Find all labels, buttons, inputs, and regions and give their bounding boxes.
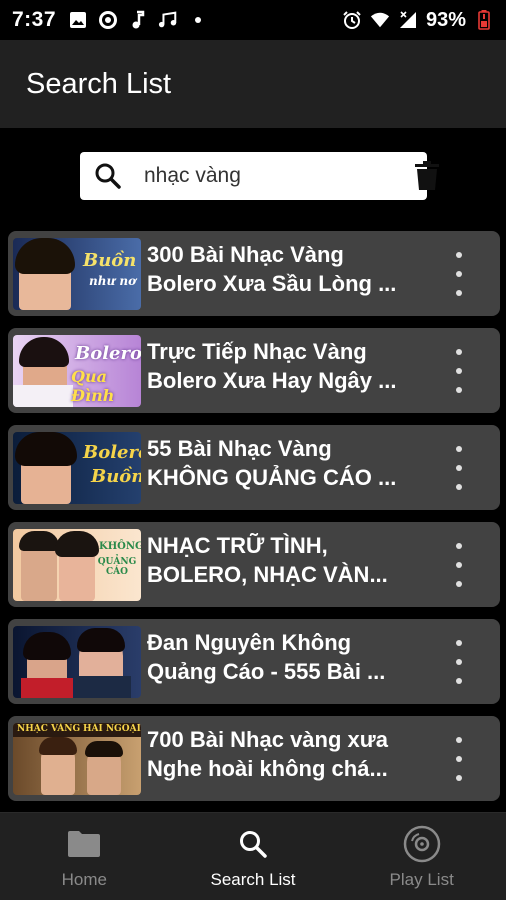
- more-options-icon[interactable]: [452, 445, 466, 490]
- item-title: 55 Bài Nhạc Vàng KHÔNG QUẢNG CÁO ...: [147, 434, 447, 492]
- trash-icon[interactable]: [415, 160, 439, 192]
- folder-icon: [64, 824, 104, 864]
- thumbnail: Bolero Buồn: [13, 431, 141, 504]
- thumbnail: Bolero Qua Đình: [13, 334, 141, 407]
- nav-label-search-list: Search List: [210, 869, 296, 889]
- dot-icon: [188, 10, 208, 30]
- image-icon: [68, 10, 88, 30]
- screen: 7:37 93% Search List nhạc vàng Buồn như …: [0, 0, 506, 900]
- status-bar: 7:37 93%: [0, 0, 506, 40]
- item-title-line2: Quảng Cáo - 555 Bài ...: [147, 658, 386, 684]
- item-title-line1: 700 Bài Nhạc vàng xưa: [147, 726, 388, 752]
- music-notes-icon: [158, 10, 178, 30]
- item-title-line2: Bolero Xưa Sầu Lòng ...: [147, 270, 397, 296]
- more-options-icon[interactable]: [452, 542, 466, 587]
- thumbnail: KHÔNG QUẢNG CÁO: [13, 528, 141, 601]
- item-title-line2: Bolero Xưa Hay Ngây ...: [147, 367, 397, 393]
- page-title: Search List: [26, 67, 172, 100]
- thumbnail: Buồn như nơ: [13, 237, 141, 310]
- search-icon: [233, 824, 273, 864]
- thumbnail-caption: như nơ: [89, 273, 137, 288]
- more-options-icon[interactable]: [452, 736, 466, 781]
- item-title: Trực Tiếp Nhạc Vàng Bolero Xưa Hay Ngây …: [147, 337, 447, 395]
- music-note-icon: [128, 10, 148, 30]
- status-left-icons: [68, 10, 208, 30]
- nav-item-home[interactable]: Home: [0, 813, 169, 900]
- thumbnail-caption: HẢI NGOẠI: [83, 723, 141, 734]
- search-icon[interactable]: [94, 160, 122, 192]
- item-title: NHẠC TRỮ TÌNH, BOLERO, NHẠC VÀN...: [147, 531, 447, 589]
- thumbnail-caption: Buồn: [83, 249, 137, 271]
- alarm-icon: [342, 10, 362, 30]
- thumbnail-caption: Bolero: [83, 441, 141, 463]
- list-item[interactable]: Đan Nguyên Không Quảng Cáo - 555 Bài ...: [8, 619, 500, 704]
- thumbnail: NHẠC VÀNG HẢI NGOẠI: [13, 722, 141, 795]
- battery-percent: 93%: [425, 8, 466, 31]
- nav-item-search-list[interactable]: Search List: [169, 813, 338, 900]
- list-item[interactable]: Bolero Buồn 55 Bài Nhạc Vàng KHÔNG QUẢNG…: [8, 425, 500, 510]
- item-title: Đan Nguyên Không Quảng Cáo - 555 Bài ...: [147, 628, 447, 686]
- app-bar: Search List: [0, 40, 506, 128]
- item-title: 700 Bài Nhạc vàng xưa Nghe hoài không ch…: [147, 725, 447, 783]
- item-title-line2: Nghe hoài không chá...: [147, 755, 388, 781]
- nav-item-play-list[interactable]: Play List: [337, 813, 506, 900]
- thumbnail-caption: Buồn: [91, 465, 141, 487]
- item-title-line2: BOLERO, NHẠC VÀN...: [147, 561, 388, 587]
- thumbnail-caption: NHẠC VÀNG: [17, 723, 81, 734]
- thumbnail-caption: Bolero: [75, 342, 141, 364]
- item-title: 300 Bài Nhạc Vàng Bolero Xưa Sầu Lòng ..…: [147, 240, 447, 298]
- item-title-line1: 300 Bài Nhạc Vàng: [147, 241, 344, 267]
- thumbnail-caption: QUẢNG CÁO: [97, 556, 137, 577]
- list-item[interactable]: Bolero Qua Đình Trực Tiếp Nhạc Vàng Bole…: [8, 328, 500, 413]
- disc-icon: [402, 824, 442, 864]
- bottom-nav: Home Search List Play List: [0, 812, 506, 900]
- nav-label-home: Home: [61, 869, 108, 889]
- search-box: [80, 152, 439, 200]
- nav-label-play-list: Play List: [389, 869, 454, 889]
- thumbnail-caption: KHÔNG: [99, 540, 141, 552]
- thumbnail: [13, 625, 141, 698]
- more-options-icon[interactable]: [452, 639, 466, 684]
- list-item[interactable]: Buồn như nơ 300 Bài Nhạc Vàng Bolero Xưa…: [8, 231, 500, 316]
- item-title-line1: Trực Tiếp Nhạc Vàng: [147, 338, 367, 364]
- results-list: Buồn như nơ 300 Bài Nhạc Vàng Bolero Xưa…: [8, 231, 500, 813]
- status-time: 7:37: [12, 8, 57, 31]
- thumbnail-caption: Qua Đình: [71, 366, 115, 405]
- status-right: 93%: [342, 9, 494, 32]
- wifi-icon: [370, 10, 390, 30]
- list-item[interactable]: NHẠC VÀNG HẢI NGOẠI 700 Bài Nhạc vàng xư…: [8, 716, 500, 801]
- search-input[interactable]: [144, 164, 415, 188]
- signal-icon: [398, 10, 418, 30]
- list-item[interactable]: KHÔNG QUẢNG CÁO NHẠC TRỮ TÌNH, BOLERO, N…: [8, 522, 500, 607]
- item-title-line1: 55 Bài Nhạc Vàng: [147, 435, 332, 461]
- more-options-icon[interactable]: [452, 251, 466, 296]
- more-options-icon[interactable]: [452, 348, 466, 393]
- item-title-line1: NHẠC TRỮ TÌNH,: [147, 532, 328, 558]
- target-icon: [98, 10, 118, 30]
- item-title-line1: Đan Nguyên Không: [147, 629, 352, 655]
- item-title-line2: KHÔNG QUẢNG CÁO ...: [147, 464, 397, 490]
- battery-icon: [474, 10, 494, 30]
